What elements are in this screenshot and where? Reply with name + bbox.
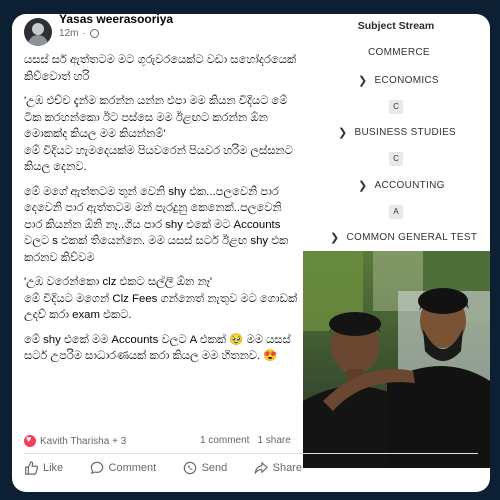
post-meta: 12m ·: [59, 28, 99, 39]
stream-item-business-studies: ❯ BUSINESS STUDIES: [338, 127, 457, 139]
comment-button[interactable]: Comment: [90, 461, 157, 475]
share-icon: [254, 462, 268, 474]
share-count[interactable]: 1 share: [257, 435, 290, 446]
engagement-counts: 1 comment 1 share: [200, 435, 291, 446]
photo-illustration: [303, 251, 490, 468]
chevron-right-icon: ❯: [358, 180, 368, 192]
grade-badge: C: [389, 100, 403, 114]
share-button[interactable]: Share: [254, 461, 302, 475]
stream-item-commerce: COMMERCE: [368, 47, 430, 58]
post-body: යසස් සර් ඇත්තටම මට ගුරුවරයෙක්ට වඩා සහෝදර…: [24, 52, 302, 373]
author-avatar[interactable]: [24, 18, 52, 46]
send-label: Send: [201, 462, 228, 474]
thumbs-up-icon: [25, 461, 38, 475]
stream-item-common-general-test: ❯ COMMON GENERAL TEST: [330, 232, 478, 244]
grade-badge: A: [389, 205, 403, 219]
post-card: Yasas weerasooriya 12m · යසස් සර් ඇත්තටම…: [12, 14, 490, 492]
post-paragraph: යසස් සර් ඇත්තටම මට ගුරුවරයෙක්ට වඩා සහෝදර…: [24, 54, 297, 83]
stream-title: Subject Stream: [357, 20, 435, 32]
whatsapp-icon: [183, 461, 196, 475]
post-paragraph: මේ විදියට හැමදෙයක්ම පියවරෙන් පියවර හරිම …: [24, 144, 293, 174]
chevron-right-icon: ❯: [338, 127, 348, 139]
reactors-text: Kavith Tharisha + 3: [40, 435, 127, 447]
divider: [24, 453, 478, 454]
post-paragraph: 'උඹ වරෙන්කො clz එකට සල්ලි ඕන නෑ': [24, 276, 213, 288]
subject-stream-panel: Subject Stream COMMERCE ❯ ECONOMICS C ❯ …: [302, 14, 490, 264]
author-name[interactable]: Yasas weerasooriya: [59, 14, 173, 26]
like-label: Like: [43, 462, 64, 474]
post-paragraph: මේ මගේ ඇත්තටම තුන් වෙනි shy එක...පලවෙනි …: [24, 185, 289, 264]
comment-count[interactable]: 1 comment: [200, 435, 249, 446]
comment-label: Comment: [108, 462, 157, 474]
post-paragraph: මේ shy එකේ මම Accounts වලට A එකක් 🥹 මම ය…: [24, 333, 291, 363]
love-reaction-icon: [24, 434, 36, 447]
grade-badge: C: [389, 152, 403, 166]
post-paragraph: 'උඹ එච්ච දැන්ම කරන්න යන්න එපා මම කියන වි…: [24, 95, 288, 140]
post-paragraph: මේ විදියට මගෙන් Clz Fees ගන්නෙත් නැතුව ම…: [24, 292, 298, 322]
reactions-summary[interactable]: Kavith Tharisha + 3: [24, 434, 127, 447]
post-photo[interactable]: [303, 251, 490, 468]
like-button[interactable]: Like: [24, 461, 63, 475]
post-time[interactable]: 12m: [59, 28, 78, 39]
send-button[interactable]: Send: [183, 461, 228, 475]
chevron-right-icon: ❯: [330, 232, 340, 244]
stream-item-accounting: ❯ ACCOUNTING: [358, 180, 445, 192]
stream-item-economics: ❯ ECONOMICS: [358, 75, 439, 87]
chevron-right-icon: ❯: [358, 75, 368, 87]
action-bar: Like Comment Send Share: [24, 461, 302, 475]
globe-icon: [89, 29, 99, 38]
share-label: Share: [272, 462, 302, 474]
comment-icon: [90, 461, 103, 475]
